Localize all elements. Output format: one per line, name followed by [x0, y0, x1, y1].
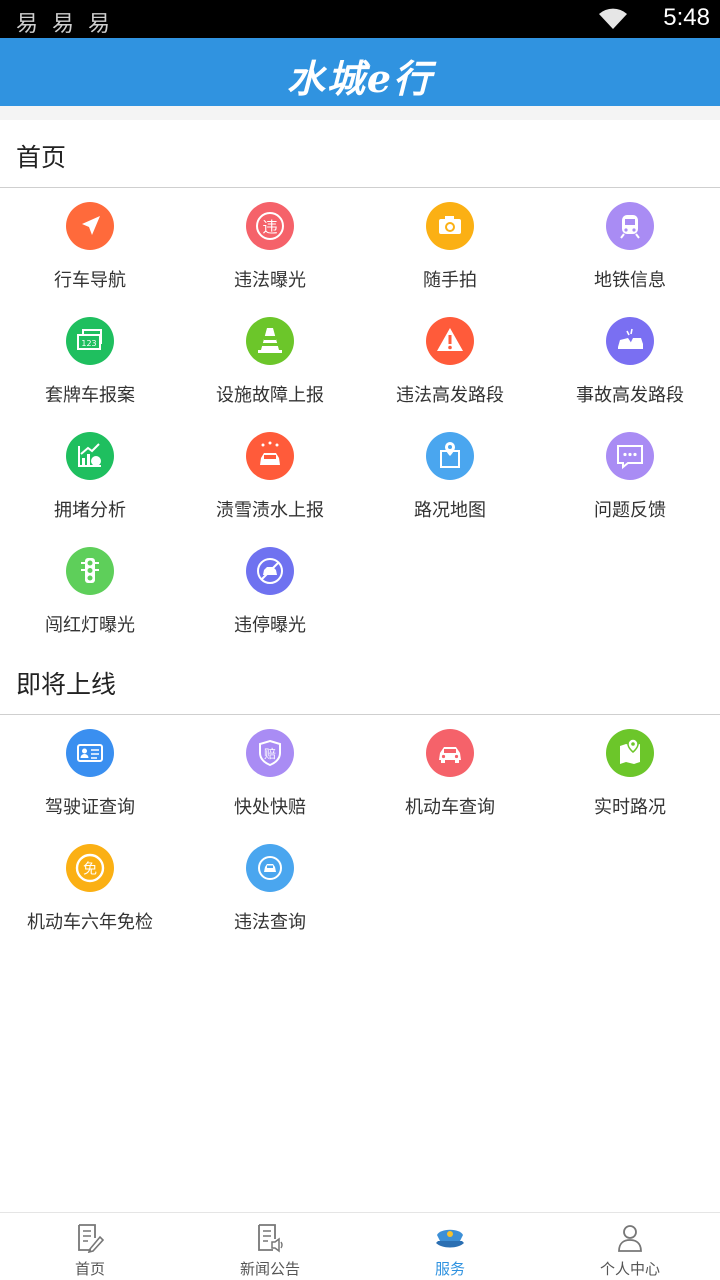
- service-label: 快处快赔: [234, 797, 306, 818]
- service-label: 路况地图: [414, 500, 486, 521]
- app-notification-icon: 易: [16, 12, 39, 37]
- news-icon: [258, 1224, 283, 1253]
- nav-label: 服务: [434, 1260, 465, 1278]
- service-label: 驾驶证查询: [45, 797, 135, 818]
- service-label: 问题反馈: [594, 500, 666, 521]
- service-label: 行车导航: [54, 270, 126, 291]
- car-accident-icon: [606, 317, 654, 365]
- police-cap-icon: [436, 1229, 464, 1248]
- service-label: 机动车查询: [405, 797, 495, 818]
- service-label: 拥堵分析: [54, 500, 126, 521]
- svg-text:赔: 赔: [264, 746, 276, 761]
- status-time: 5:48: [663, 4, 710, 31]
- service-subway-info[interactable]: 地铁信息: [540, 202, 720, 312]
- app-notification-icon: 易: [88, 12, 111, 37]
- violation-search-icon: [246, 844, 294, 892]
- home-document-icon: [78, 1224, 104, 1253]
- nav-tab-home[interactable]: 首页: [0, 1213, 180, 1280]
- warning-icon: [426, 317, 474, 365]
- service-driver-license-query[interactable]: 驾驶证查询: [0, 729, 180, 839]
- nav-tab-services[interactable]: 服务: [360, 1213, 540, 1280]
- svg-text:123: 123: [81, 339, 96, 348]
- service-label: 违法查询: [234, 912, 306, 933]
- section-title-coming-soon: 即将上线: [16, 670, 117, 699]
- section-divider: [0, 714, 720, 715]
- service-label: 实时路况: [594, 797, 666, 818]
- service-traffic-map[interactable]: 路况地图: [360, 432, 540, 542]
- service-six-year-inspection-exemption[interactable]: 免 机动车六年免检: [0, 844, 180, 954]
- service-violation-hotspot[interactable]: 违法高发路段: [360, 317, 540, 427]
- service-feedback[interactable]: 问题反馈: [540, 432, 720, 542]
- compensation-shield-icon: 赔: [246, 729, 294, 777]
- service-label: 随手拍: [423, 270, 477, 291]
- snow-car-icon: [246, 432, 294, 480]
- service-fake-plate-report[interactable]: 123 套牌车报案: [0, 317, 180, 427]
- header-spacer: [0, 106, 720, 120]
- status-bar: 易 易 易 5:48: [0, 0, 720, 38]
- service-violation-query[interactable]: 违法查询: [180, 844, 360, 954]
- app-notification-icon: 易: [52, 12, 75, 37]
- nav-tab-profile[interactable]: 个人中心: [540, 1213, 720, 1280]
- map-pin-icon: [426, 432, 474, 480]
- service-red-light-exposure[interactable]: 闯红灯曝光: [0, 547, 180, 657]
- app-header: 水城e行: [0, 38, 720, 106]
- service-label: 地铁信息: [594, 270, 666, 291]
- exemption-badge-icon: 免: [66, 844, 114, 892]
- service-navigation[interactable]: 行车导航: [0, 202, 180, 312]
- service-vehicle-query[interactable]: 机动车查询: [360, 729, 540, 839]
- nav-label: 个人中心: [599, 1260, 660, 1278]
- violation-badge-icon: 违: [246, 202, 294, 250]
- service-label: 违法高发路段: [396, 385, 504, 406]
- wifi-icon: [599, 8, 627, 29]
- service-facility-fault-report[interactable]: 设施故障上报: [180, 317, 360, 427]
- section-divider: [0, 187, 720, 188]
- nav-label: 首页: [74, 1260, 105, 1278]
- driver-license-icon: [66, 729, 114, 777]
- traffic-light-icon: [66, 547, 114, 595]
- service-violation-exposure[interactable]: 违 违法曝光: [180, 202, 360, 312]
- subway-icon: [606, 202, 654, 250]
- service-label: 违法曝光: [234, 270, 306, 291]
- bottom-nav: 首页 新闻公告 服务 个人中心: [0, 1212, 720, 1280]
- navigation-arrow-icon: [66, 202, 114, 250]
- svg-text:免: 免: [83, 862, 97, 878]
- service-label: 闯红灯曝光: [45, 615, 135, 636]
- service-label: 机动车六年免检: [27, 912, 153, 933]
- service-label: 违停曝光: [234, 615, 306, 636]
- app-title: 水城e行: [286, 56, 434, 101]
- license-plate-icon: 123: [66, 317, 114, 365]
- camera-icon: [426, 202, 474, 250]
- service-label: 渍雪渍水上报: [216, 500, 324, 521]
- svg-text:违: 违: [262, 218, 277, 236]
- service-snow-water-report[interactable]: 渍雪渍水上报: [180, 432, 360, 542]
- person-icon: [618, 1225, 642, 1252]
- service-quick-claims[interactable]: 赔 快处快赔: [180, 729, 360, 839]
- nav-tab-news[interactable]: 新闻公告: [180, 1213, 360, 1280]
- service-realtime-traffic[interactable]: 实时路况: [540, 729, 720, 839]
- service-snapshot[interactable]: 随手拍: [360, 202, 540, 312]
- traffic-cone-icon: [246, 317, 294, 365]
- service-label: 事故高发路段: [576, 385, 684, 406]
- nav-label: 新闻公告: [239, 1260, 300, 1278]
- section-title-home: 首页: [16, 143, 67, 172]
- service-illegal-parking-exposure[interactable]: 违停曝光: [180, 547, 360, 657]
- congestion-chart-icon: [66, 432, 114, 480]
- chat-bubble-icon: [606, 432, 654, 480]
- service-label: 设施故障上报: [216, 385, 324, 406]
- map-location-icon: [606, 729, 654, 777]
- service-congestion-analysis[interactable]: 拥堵分析: [0, 432, 180, 542]
- service-accident-hotspot[interactable]: 事故高发路段: [540, 317, 720, 427]
- service-label: 套牌车报案: [45, 385, 135, 406]
- car-front-icon: [426, 729, 474, 777]
- no-parking-car-icon: [246, 547, 294, 595]
